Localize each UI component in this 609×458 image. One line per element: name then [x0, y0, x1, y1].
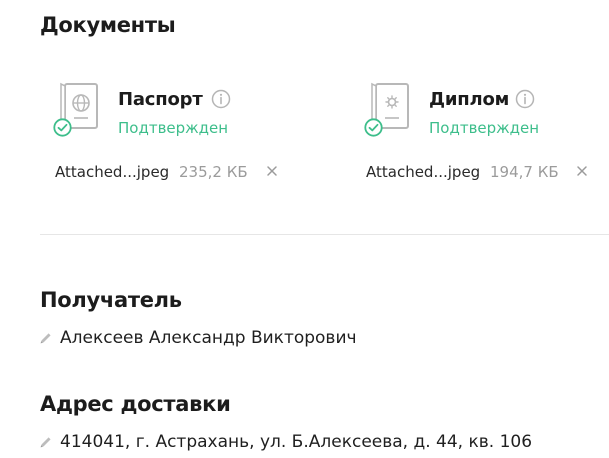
document-card-diploma: Диплом Подтвержден Attached...jpeg 194,7… [363, 80, 609, 190]
info-icon[interactable] [211, 89, 231, 109]
documents-section-title: Документы [40, 13, 176, 37]
pencil-icon[interactable] [39, 435, 53, 449]
info-icon[interactable] [515, 89, 535, 109]
section-divider [40, 234, 609, 235]
attached-file-name[interactable]: Attached...jpeg [55, 163, 169, 181]
attached-file-size: 235,2 КБ [179, 163, 248, 181]
recipient-name: Алексеев Александр Викторович [60, 328, 357, 348]
document-card-passport: Паспорт Подтвержден Attached...jpeg 235,… [52, 80, 312, 190]
check-circle-icon [53, 118, 72, 137]
document-title: Паспорт [118, 89, 203, 110]
document-title: Диплом [429, 89, 510, 110]
delivery-address-section-title: Адрес доставки [40, 392, 231, 416]
check-circle-icon [364, 118, 383, 137]
attached-file-name[interactable]: Attached...jpeg [366, 163, 480, 181]
delivery-address: 414041, г. Астрахань, ул. Б.Алексеева, д… [60, 432, 533, 452]
document-status: Подтвержден [429, 119, 540, 137]
remove-file-button[interactable] [575, 164, 589, 178]
remove-file-button[interactable] [265, 164, 279, 178]
attached-file-size: 194,7 КБ [490, 163, 559, 181]
pencil-icon[interactable] [39, 331, 53, 345]
recipient-section-title: Получатель [40, 288, 182, 312]
document-status: Подтвержден [118, 119, 229, 137]
